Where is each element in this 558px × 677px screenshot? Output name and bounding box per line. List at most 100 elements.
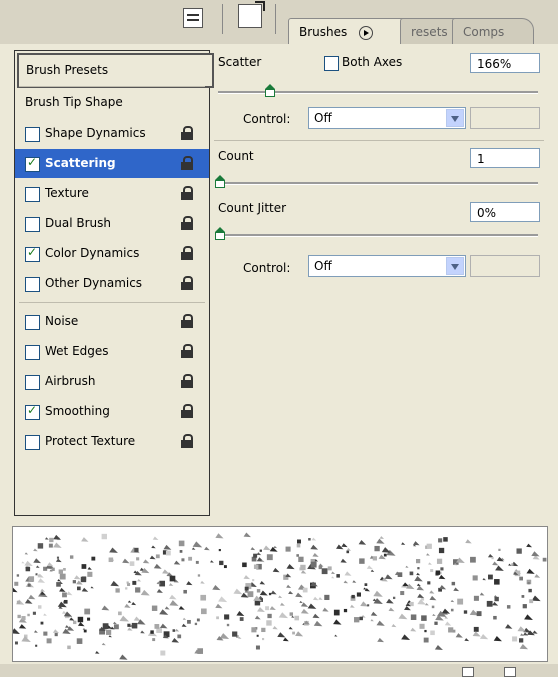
scatter-dab [242,562,247,568]
count-jitter-value-field[interactable]: 0% [470,202,540,222]
option-row-noise[interactable]: Noise [15,307,209,336]
scatter-dab [512,636,518,642]
count-slider-thumb[interactable] [215,175,225,188]
option-row-color-dynamics[interactable]: Color Dynamics [15,239,209,268]
scatter-dab [289,612,294,616]
lock-icon[interactable] [181,216,193,230]
scatter-dab [169,575,176,582]
scatter-dab [262,637,265,641]
count-slider-track[interactable] [218,182,538,185]
option-checkbox[interactable] [25,155,40,172]
option-row-dual-brush[interactable]: Dual Brush [15,209,209,238]
chevron-down-icon[interactable] [446,109,464,127]
scatter-dab [410,627,417,632]
scatter-dab [113,624,119,630]
option-checkbox[interactable] [25,245,40,262]
option-label: Smoothing [45,404,110,418]
scatter-dab [472,575,478,581]
option-row-airbrush[interactable]: Airbrush [15,367,209,396]
tab-comps[interactable]: Comps [452,18,534,45]
lock-icon[interactable] [181,404,193,418]
count-value-field[interactable]: 1 [470,148,540,168]
scatter-dab [344,571,352,576]
scatter-dab [125,587,128,590]
scatter-dab [340,558,347,563]
lock-icon[interactable] [181,374,193,388]
brush-tip-shape-item[interactable]: Brush Tip Shape [15,88,209,117]
scatter-dab [134,547,139,553]
scatter-dab [386,598,394,604]
brush-document-icon[interactable] [238,1,265,28]
option-row-other-dynamics[interactable]: Other Dynamics [15,269,209,298]
option-row-wet-edges[interactable]: Wet Edges [15,337,209,366]
lock-icon[interactable] [181,344,193,358]
scatter-dab [81,587,89,592]
scatter-dab [196,618,200,622]
option-checkbox[interactable] [25,127,40,142]
option-checkbox[interactable] [25,217,40,232]
scatter-dab [333,619,342,625]
scatter-dab [218,548,221,552]
chevron-down-icon[interactable] [446,257,464,275]
option-row-protect-texture[interactable]: Protect Texture [15,427,209,456]
scatter-dab [370,619,374,622]
scatter-dab [531,551,540,557]
lock-icon[interactable] [181,126,193,140]
lock-icon[interactable] [181,186,193,200]
scatter-dab [137,579,142,582]
lock-icon[interactable] [181,246,193,260]
option-row-scattering[interactable]: Scattering [15,149,209,178]
scatter-dab [149,555,156,560]
option-checkbox[interactable] [25,315,40,330]
option-checkbox[interactable] [25,277,40,292]
option-checkbox[interactable] [25,435,40,450]
scatter-dab [200,580,205,584]
scatter-control-select[interactable]: Off [308,107,466,129]
scatter-dab [428,562,432,565]
scatter-dab [277,632,286,638]
scatter-value-field[interactable]: 166% [470,53,540,73]
option-checkbox[interactable] [25,345,40,360]
brush-presets-item[interactable]: Brush Presets [17,53,214,88]
scatter-dab [322,607,329,612]
scatter-dab [516,548,522,554]
scatter-dab [307,603,317,609]
option-checkbox[interactable] [25,187,40,202]
scatter-dab [239,617,244,621]
option-row-texture[interactable]: Texture [15,179,209,208]
count-jitter-slider-thumb[interactable] [215,227,225,240]
trash-icon[interactable] [504,667,516,677]
lock-icon[interactable] [181,314,193,328]
lock-icon[interactable] [181,434,193,448]
scatter-slider-thumb[interactable] [265,84,275,97]
scatter-dab [253,553,258,558]
scatter-dab [312,552,319,557]
scatter-dab [431,605,435,609]
scatter-dab [91,556,96,561]
scatter-dab [101,642,106,646]
option-label: Color Dynamics [45,246,140,260]
option-checkbox[interactable] [25,403,40,420]
lock-icon[interactable] [181,276,193,290]
option-checkbox[interactable] [25,375,40,390]
scatter-dab [113,621,117,625]
scatter-dab [383,553,387,557]
scatter-dab [302,587,308,593]
scatter-dab [160,650,166,656]
lock-icon[interactable] [181,156,193,170]
scatter-dab [265,606,270,611]
brush-stroke-preview [12,526,548,662]
scatter-dab [164,606,170,610]
new-preset-icon[interactable] [462,667,474,677]
scatter-dab [364,583,368,586]
both-axes-checkbox[interactable] [324,56,339,71]
option-row-shape-dynamics[interactable]: Shape Dynamics [15,119,209,148]
scatter-dab [343,580,349,584]
palette-menu-icon[interactable] [183,8,203,28]
count-jitter-control-select[interactable]: Off [308,255,466,277]
count-jitter-slider-track[interactable] [218,234,538,237]
scatter-dab [236,610,245,616]
option-row-smoothing[interactable]: Smoothing [15,397,209,426]
option-group-divider [19,302,205,303]
play-arrow-icon[interactable] [359,25,374,40]
